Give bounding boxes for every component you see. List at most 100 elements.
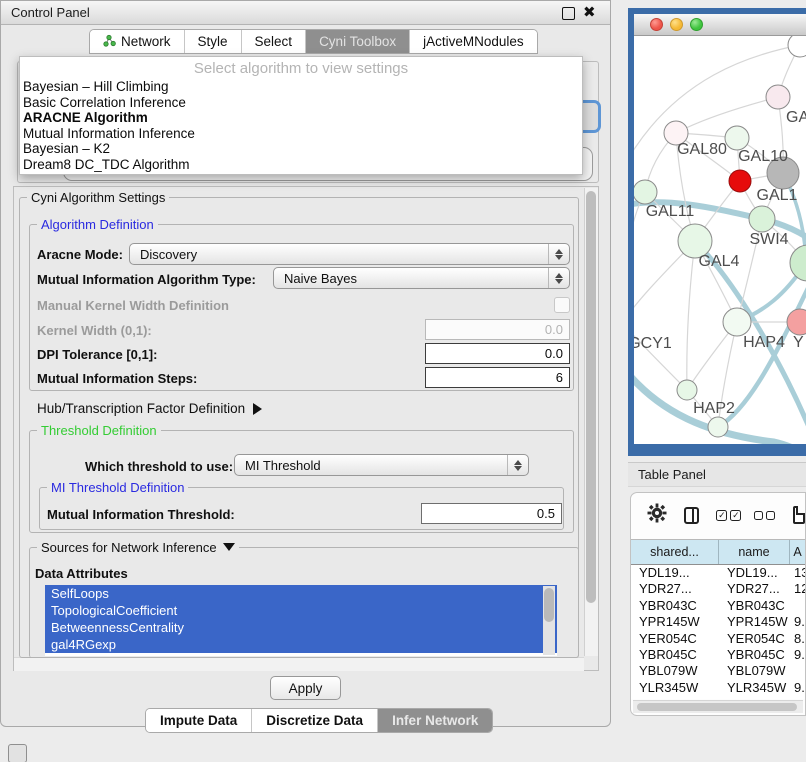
select-all-columns-icon[interactable]: ✓✓: [716, 510, 741, 521]
attribute-item[interactable]: TopologicalCoefficient: [45, 602, 557, 619]
network-node[interactable]: [787, 309, 806, 335]
column-header-name[interactable]: name: [719, 540, 790, 564]
cell-name: YBR043C: [719, 598, 790, 614]
minimize-window-icon[interactable]: [670, 18, 683, 31]
table-horizontal-scrollbar[interactable]: [633, 700, 803, 713]
algorithm-option[interactable]: Dream8 DC_TDC Algorithm: [20, 157, 582, 173]
table-row[interactable]: YBL079W YBL079W: [631, 663, 805, 679]
algorithm-option[interactable]: Mutual Information Inference: [20, 126, 582, 142]
table-row[interactable]: YIL052C YIL052C 9: [631, 696, 805, 699]
export-table-icon[interactable]: [793, 506, 805, 524]
tab-impute-data[interactable]: Impute Data: [146, 709, 252, 732]
dpi-tolerance-input[interactable]: 0.0: [425, 343, 570, 364]
sources-title-text: Sources for Network Inference: [41, 540, 217, 555]
network-node[interactable]: [788, 36, 806, 57]
column-header-partial[interactable]: A: [790, 540, 805, 564]
node-label: GAL1: [757, 187, 798, 204]
mi-steps-input[interactable]: 6: [425, 367, 570, 388]
apply-button[interactable]: Apply: [270, 676, 341, 700]
table-row[interactable]: YER054C YER054C 8.: [631, 631, 805, 647]
column-header-shared-name[interactable]: shared...: [631, 540, 719, 564]
manual-kernel-label: Manual Kernel Width Definition: [37, 298, 229, 313]
list-scrollbar[interactable]: [543, 586, 555, 655]
mi-type-select[interactable]: Naive Bayes: [273, 267, 570, 289]
algorithm-option[interactable]: Bayesian – K2: [20, 141, 582, 157]
minimized-panel-button[interactable]: [8, 744, 27, 762]
tab-infer-network[interactable]: Infer Network: [378, 709, 492, 732]
table-row[interactable]: YBR045C YBR045C 9.: [631, 647, 805, 663]
kernel-width-label: Kernel Width (0,1):: [37, 323, 152, 338]
cell-shared-name: YLR345W: [631, 680, 719, 696]
network-graph: GAL GAL80 GAL10 GAL1 GAL11 SWI4 GAL4 GCY…: [634, 36, 806, 444]
hub-definition-expander[interactable]: Hub/Transcription Factor Definition: [37, 401, 262, 416]
vertical-scrollbar[interactable]: [584, 188, 598, 656]
show-columns-icon[interactable]: [684, 507, 699, 524]
table-settings-gear-icon[interactable]: [647, 503, 667, 528]
table-row[interactable]: YBR043C YBR043C: [631, 598, 805, 614]
network-node-gal11[interactable]: [634, 180, 657, 204]
list-scrollbar-thumb[interactable]: [544, 588, 554, 622]
network-node[interactable]: [766, 85, 790, 109]
table-row[interactable]: YLR345W YLR345W 9.: [631, 680, 805, 696]
kernel-width-input[interactable]: 0.0: [425, 319, 570, 340]
algorithm-option-selected[interactable]: ARACNE Algorithm: [20, 110, 582, 126]
table-horizontal-scrollbar-thumb[interactable]: [637, 703, 797, 711]
algorithm-option[interactable]: Basic Correlation Inference: [20, 95, 582, 111]
network-window-titlebar[interactable]: [634, 14, 806, 36]
attribute-item[interactable]: BetweennessCentrality: [45, 619, 557, 636]
table-header-row: shared... name A: [631, 539, 805, 565]
network-node-gal10[interactable]: [725, 126, 749, 150]
cell-name: YBR045C: [719, 647, 790, 663]
cell-shared-name: YBR043C: [631, 598, 719, 614]
cell-shared-name: YIL052C: [631, 696, 719, 699]
which-threshold-value: MI Threshold: [235, 458, 507, 473]
network-canvas[interactable]: GAL GAL80 GAL10 GAL1 GAL11 SWI4 GAL4 GCY…: [634, 36, 806, 444]
tab-style[interactable]: Style: [185, 30, 242, 53]
horizontal-scrollbar[interactable]: [14, 657, 584, 671]
collapse-arrow-icon: [223, 543, 235, 551]
table-panel-card: ✓✓ shared... name A YDL19... YDL19... 13…: [630, 492, 806, 716]
algorithm-option[interactable]: Bayesian – Hill Climbing: [20, 79, 582, 95]
zoom-window-icon[interactable]: [690, 18, 703, 31]
cell-shared-name: YDR27...: [631, 581, 719, 597]
tab-network[interactable]: Network: [90, 30, 185, 53]
sources-group-title[interactable]: Sources for Network Inference: [37, 540, 239, 555]
close-window-icon[interactable]: [650, 18, 663, 31]
tab-label: Cyni Toolbox: [319, 34, 396, 49]
cell-shared-name: YPR145W: [631, 614, 719, 630]
network-node[interactable]: [708, 417, 728, 437]
spinner-arrows-icon: [548, 268, 569, 288]
network-node-gal1-selected[interactable]: [729, 170, 751, 192]
mi-steps-label: Mutual Information Steps:: [37, 371, 197, 386]
manual-kernel-checkbox[interactable]: [554, 297, 570, 313]
table-row[interactable]: YDL19... YDL19... 13: [631, 565, 805, 581]
table-row[interactable]: YPR145W YPR145W 9.: [631, 614, 805, 630]
tab-cyni-toolbox[interactable]: Cyni Toolbox: [306, 30, 410, 53]
attribute-item[interactable]: SelfLoops: [45, 585, 557, 602]
network-node-hap4[interactable]: [723, 308, 751, 336]
mi-type-value: Naive Bayes: [274, 271, 548, 286]
network-node-swi4[interactable]: [749, 206, 775, 232]
attribute-item[interactable]: gal4RGexp: [45, 636, 557, 653]
node-label: GAL4: [699, 253, 740, 270]
deselect-all-columns-icon[interactable]: [754, 511, 775, 520]
cell-value: 9.: [790, 647, 805, 663]
which-threshold-select[interactable]: MI Threshold: [234, 454, 529, 476]
tab-label: jActiveMNodules: [423, 34, 524, 49]
cell-name: YBL079W: [719, 663, 790, 679]
mi-threshold-input[interactable]: 0.5: [421, 503, 562, 524]
cell-name: YDL19...: [719, 565, 790, 581]
mi-threshold-label: Mutual Information Threshold:: [47, 507, 235, 522]
vertical-scrollbar-thumb[interactable]: [586, 191, 596, 603]
node-label: HAP4: [743, 334, 785, 351]
tab-select[interactable]: Select: [242, 30, 307, 53]
network-node-hap2[interactable]: [677, 380, 697, 400]
aracne-mode-select[interactable]: Discovery: [129, 243, 570, 265]
cell-value: [790, 598, 805, 614]
tab-discretize-data[interactable]: Discretize Data: [252, 709, 378, 732]
network-node[interactable]: [790, 245, 806, 281]
float-window-icon[interactable]: [562, 7, 575, 20]
close-panel-icon[interactable]: ✖: [583, 3, 596, 21]
tab-jactivemnodules[interactable]: jActiveMNodules: [410, 30, 537, 53]
table-row[interactable]: YDR27... YDR27... 12: [631, 581, 805, 597]
